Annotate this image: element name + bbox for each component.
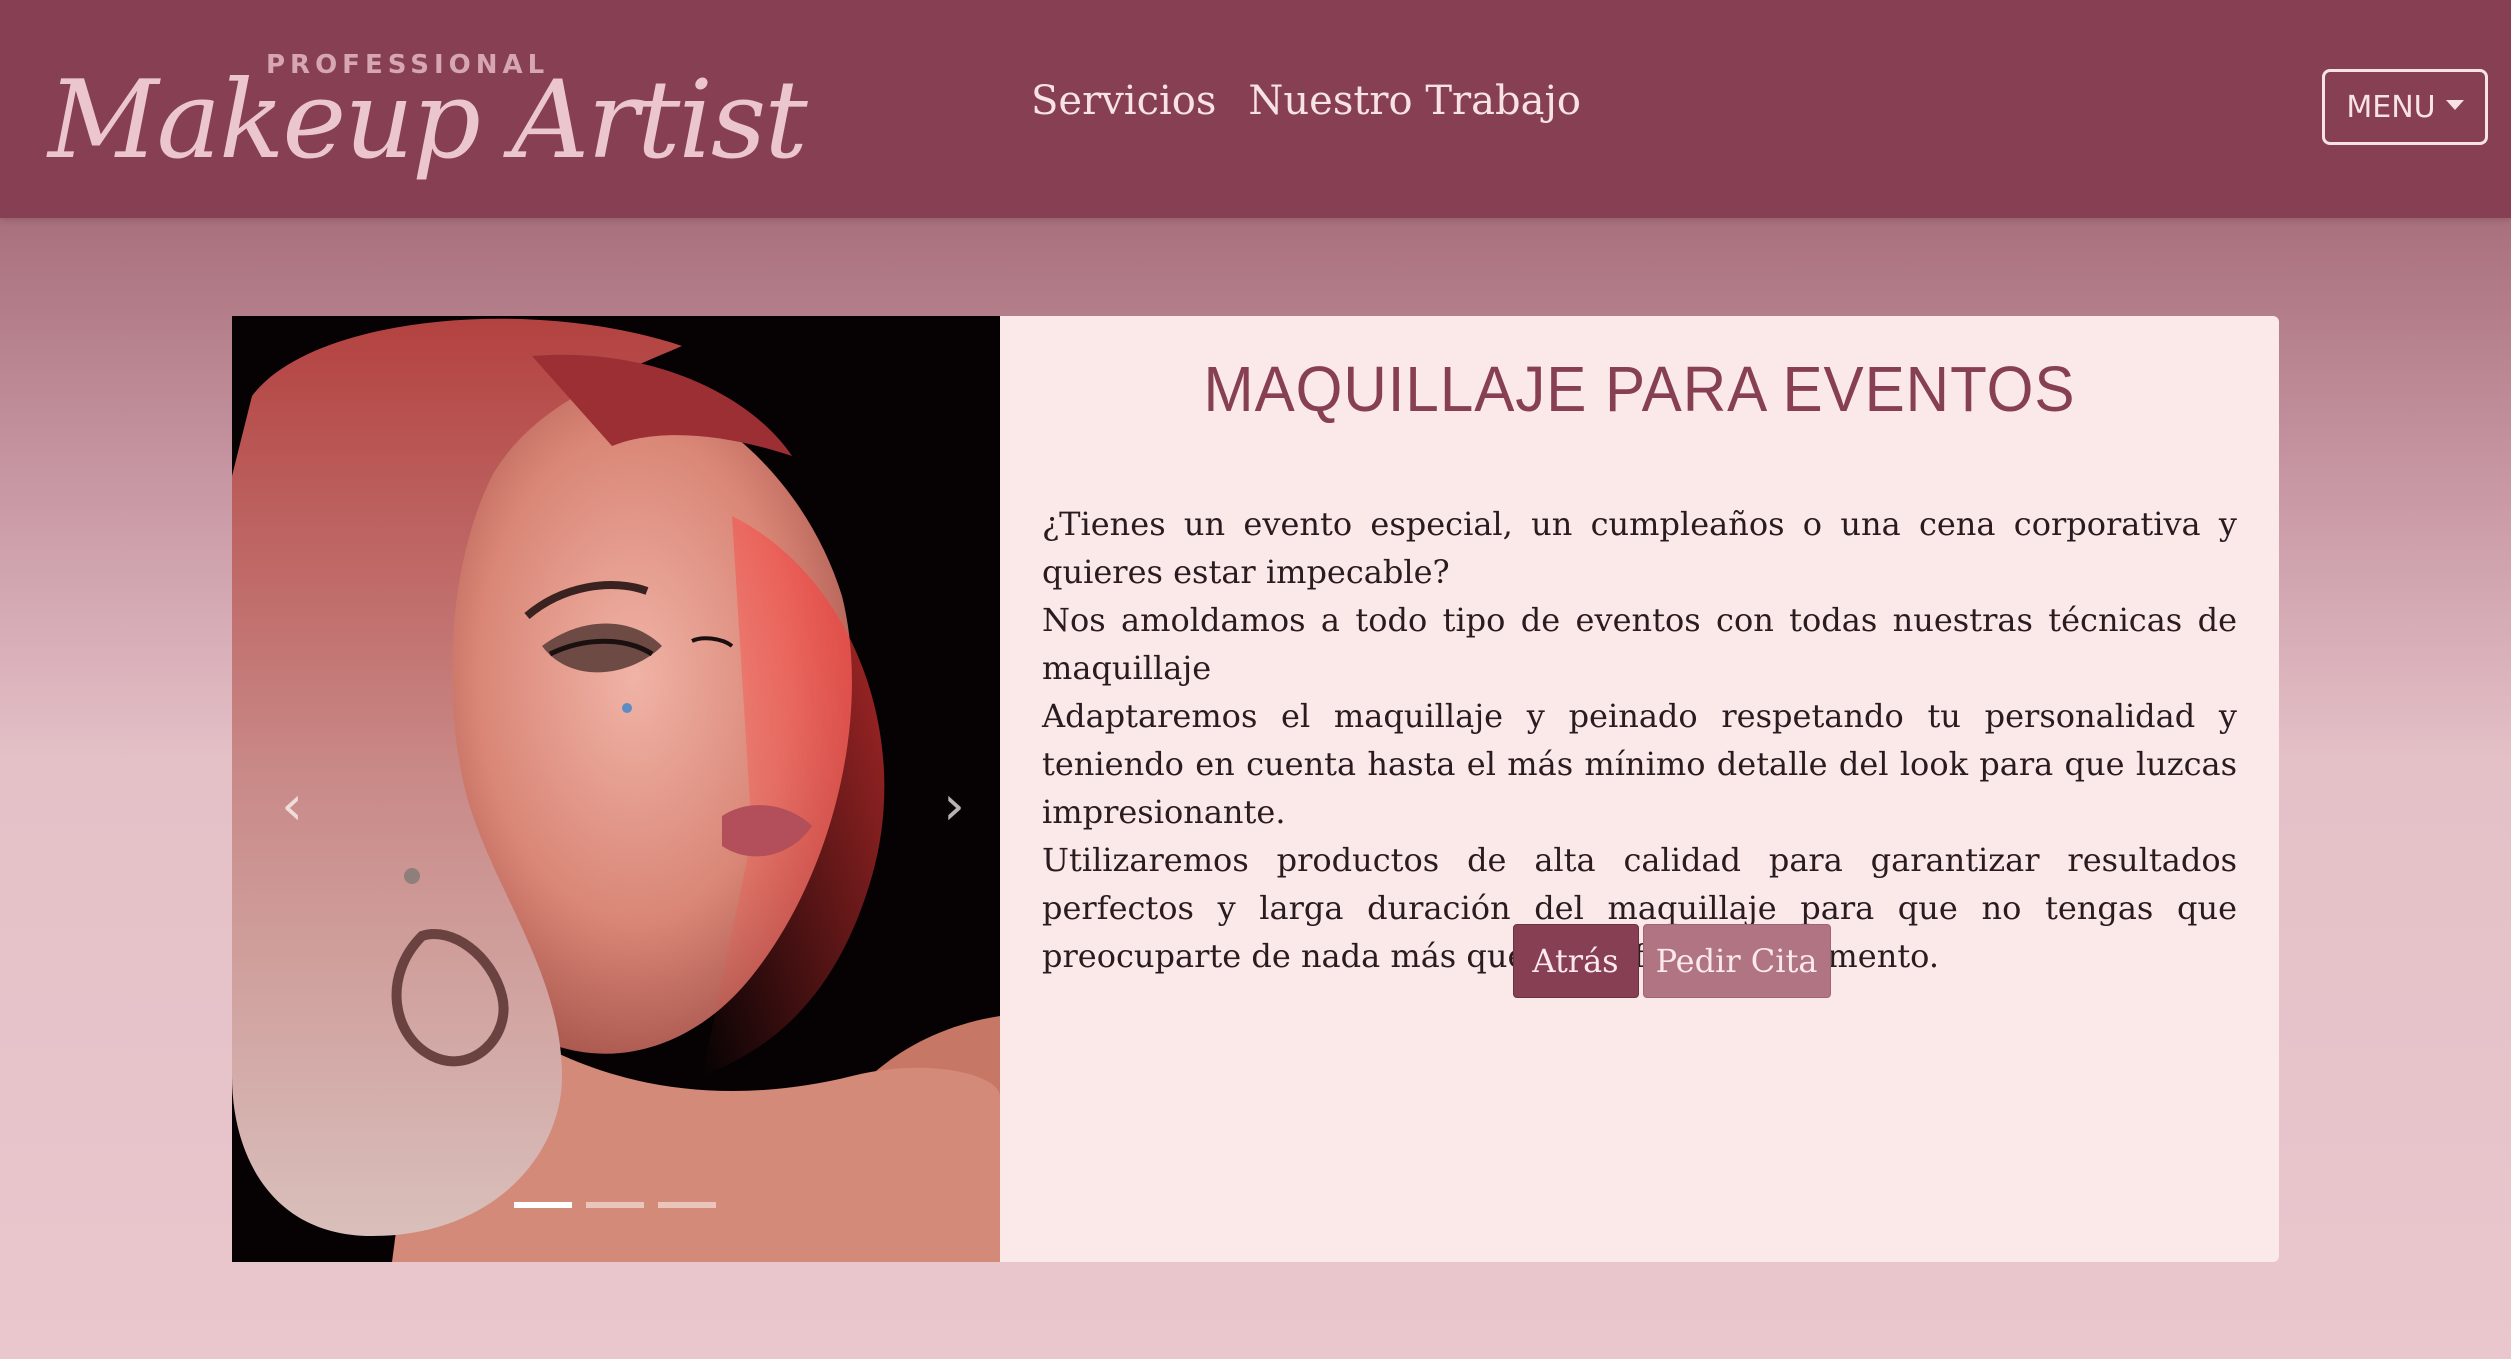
carousel-indicators [514, 1202, 716, 1208]
service-description: ¿Tienes un evento especial, un cumpleaño… [1042, 500, 2237, 980]
nav-link-servicios[interactable]: Servicios [1031, 78, 1216, 124]
book-appointment-button[interactable]: Pedir Cita [1642, 924, 1831, 998]
service-title: MAQUILLAJE PARA EVENTOS [1203, 353, 2076, 425]
menu-button-label: MENU [2346, 89, 2436, 125]
carousel-next-button[interactable]: › [932, 771, 976, 841]
image-carousel: ‹ › [232, 316, 1000, 1262]
carousel-indicator-2[interactable] [586, 1202, 644, 1208]
description-paragraph-1: ¿Tienes un evento especial, un cumpleaño… [1042, 505, 2237, 591]
brand-logo[interactable]: PROFESSIONAL Makeup Artist [48, 28, 808, 198]
carousel-photo [232, 316, 1000, 1262]
back-button[interactable]: Atrás [1512, 924, 1639, 998]
menu-dropdown-button[interactable]: MENU [2322, 69, 2488, 145]
logo-script-text: Makeup Artist [48, 58, 808, 183]
service-card: ‹ › MAQUILLAJE PARA EVENTOS ¿Tienes un e… [232, 316, 2279, 1262]
caret-down-icon [2445, 100, 2464, 110]
carousel-indicator-3[interactable] [658, 1202, 716, 1208]
chevron-left-icon: ‹ [281, 774, 303, 837]
main-nav: Servicios Nuestro Trabajo [1031, 78, 1581, 124]
chevron-right-icon: › [943, 774, 965, 837]
navbar: PROFESSIONAL Makeup Artist Servicios Nue… [0, 0, 2511, 218]
action-buttons: Atrás Pedir Cita [1000, 924, 2279, 998]
description-paragraph-2: Nos amoldamos a todo tipo de eventos con… [1042, 601, 2237, 687]
description-paragraph-3: Adaptaremos el maquillaje y peinado resp… [1042, 697, 2237, 831]
carousel-prev-button[interactable]: ‹ [270, 771, 314, 841]
nav-link-nuestro-trabajo[interactable]: Nuestro Trabajo [1248, 78, 1581, 124]
carousel-indicator-1[interactable] [514, 1202, 572, 1208]
service-content: MAQUILLAJE PARA EVENTOS ¿Tienes un event… [1000, 316, 2279, 1262]
